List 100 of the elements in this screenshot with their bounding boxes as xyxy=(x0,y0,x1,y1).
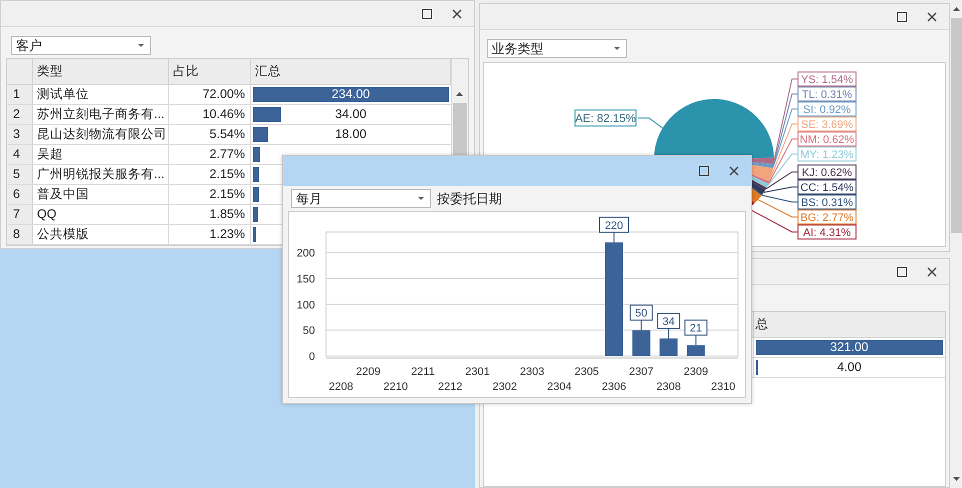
close-icon xyxy=(927,266,937,276)
row-number: 4 xyxy=(13,146,20,164)
pie-label: BS: 0.31% xyxy=(797,194,856,210)
caret-icon xyxy=(138,44,144,47)
cell-text: 普及中国 xyxy=(37,186,89,204)
x-tick-label: 2304 xyxy=(547,380,572,392)
bar xyxy=(660,338,678,356)
data-label: SE: 3.69% xyxy=(800,119,853,131)
cell-text: 苏州立刻电子商务有... xyxy=(37,106,164,124)
data-label: TL: 0.31% xyxy=(801,89,852,101)
data-label: BS: 0.31% xyxy=(800,197,853,209)
pie-label: NM: 0.62% xyxy=(797,132,856,146)
pie-label: YS: 1.54% xyxy=(797,72,856,86)
caret-icon xyxy=(614,47,620,50)
leader-line xyxy=(637,118,663,129)
data-label: 220 xyxy=(604,219,624,232)
cell-text: 5.54% xyxy=(210,126,245,144)
x-tick-label: 2210 xyxy=(383,380,408,392)
maximize-icon xyxy=(422,8,432,18)
y-tick-label: 0 xyxy=(308,350,315,362)
cell-text: 1.85% xyxy=(210,206,245,224)
value-label: 34 xyxy=(657,312,680,338)
value-label: 50 xyxy=(630,304,653,330)
cell-text: 1.23% xyxy=(210,226,245,244)
cell-text: QQ xyxy=(37,206,56,224)
scroll-up-icon[interactable] xyxy=(952,7,960,11)
column-header[interactable]: 类型 xyxy=(37,62,63,81)
pie-label: CC: 1.54% xyxy=(797,180,856,194)
data-label: SI: 0.92% xyxy=(802,104,851,116)
pie-label: AI: 4.31% xyxy=(797,224,856,240)
x-tick-label: 2301 xyxy=(465,366,490,378)
type-dropdown[interactable]: 业务类型 xyxy=(486,39,626,58)
pie-label: SE: 3.69% xyxy=(797,116,856,132)
x-tick-label: 2309 xyxy=(684,366,708,378)
x-tick-label: 2209 xyxy=(356,366,381,378)
cell-text: 公共模版 xyxy=(37,226,89,244)
pie-label: KJ: 0.62% xyxy=(797,164,856,180)
column-header[interactable]: 总 xyxy=(756,315,768,334)
cell-text: 广州明锐报关服务有... xyxy=(37,166,164,184)
grouping-label: 按委托日期 xyxy=(437,190,502,208)
cell-text: 321.00 xyxy=(830,339,868,356)
data-label: 34 xyxy=(662,315,675,328)
maximize-icon xyxy=(699,166,709,176)
period-dropdown[interactable]: 每月 xyxy=(291,189,431,208)
y-tick-label: 50 xyxy=(302,324,315,337)
cell-text: 2.15% xyxy=(210,186,245,204)
close-icon xyxy=(452,8,462,18)
x-tick-label: 2307 xyxy=(629,366,654,378)
row-number: 3 xyxy=(13,126,20,144)
pie-label: TL: 0.31% xyxy=(797,86,856,102)
x-tick-label: 2310 xyxy=(710,380,736,392)
y-tick-label: 150 xyxy=(296,273,315,285)
x-tick-label: 2303 xyxy=(520,366,544,378)
x-tick-label: 2305 xyxy=(574,366,599,378)
data-label: YS: 1.54% xyxy=(800,74,853,86)
row-number: 7 xyxy=(13,206,20,224)
cell-text: 4.00 xyxy=(837,359,862,376)
maximize-icon xyxy=(897,266,907,276)
row-number: 5 xyxy=(13,166,20,184)
x-tick-label: 2208 xyxy=(328,380,354,392)
row-number: 2 xyxy=(13,106,20,124)
close-icon xyxy=(927,12,937,22)
cell-text: 测试单位 xyxy=(37,86,89,104)
caret-icon xyxy=(418,197,424,200)
row-number: 1 xyxy=(13,86,20,104)
x-tick-label: 2212 xyxy=(438,380,462,392)
column-header[interactable]: 占比 xyxy=(173,62,199,81)
x-tick-label: 2302 xyxy=(492,380,518,392)
y-tick-label: 200 xyxy=(296,247,315,260)
column-header[interactable]: 汇总 xyxy=(255,62,281,81)
maximize-icon xyxy=(897,12,907,22)
pie-label: MY: 1.23% xyxy=(797,146,856,162)
cell-text: 2.77% xyxy=(210,146,245,164)
y-tick-label: 100 xyxy=(296,298,315,311)
cell-text: 18.00 xyxy=(335,126,366,144)
row-number: 6 xyxy=(13,186,20,204)
customer-dropdown[interactable]: 客户 xyxy=(11,36,151,55)
bar xyxy=(632,330,650,356)
pie-label: SI: 0.92% xyxy=(797,102,856,116)
value-label: 220 xyxy=(599,216,629,242)
cell-text: 昆山达刻物流有限公司 xyxy=(37,126,167,144)
x-tick-label: 2308 xyxy=(656,380,681,392)
scroll-up-icon[interactable] xyxy=(456,92,463,96)
data-label: 50 xyxy=(635,307,648,320)
data-label: 21 xyxy=(690,322,702,334)
row-number: 8 xyxy=(13,226,20,244)
scroll-down-icon[interactable] xyxy=(952,477,960,481)
close-icon xyxy=(729,166,739,176)
x-tick-label: 2306 xyxy=(602,380,626,392)
cell-text: 72.00% xyxy=(202,86,245,104)
cell-text: 2.15% xyxy=(210,166,245,184)
data-label: AI: 4.31% xyxy=(802,227,851,239)
data-label: KJ: 0.62% xyxy=(801,167,852,179)
cell-text: 吴超 xyxy=(37,146,63,164)
cell-text: 34.00 xyxy=(335,106,366,124)
pie-label: BG: 2.77% xyxy=(797,210,856,224)
x-tick-label: 2211 xyxy=(411,366,435,378)
value-label: 21 xyxy=(684,319,708,346)
cell-text: 10.46% xyxy=(202,106,245,124)
cell-text: 234.00 xyxy=(332,86,370,104)
